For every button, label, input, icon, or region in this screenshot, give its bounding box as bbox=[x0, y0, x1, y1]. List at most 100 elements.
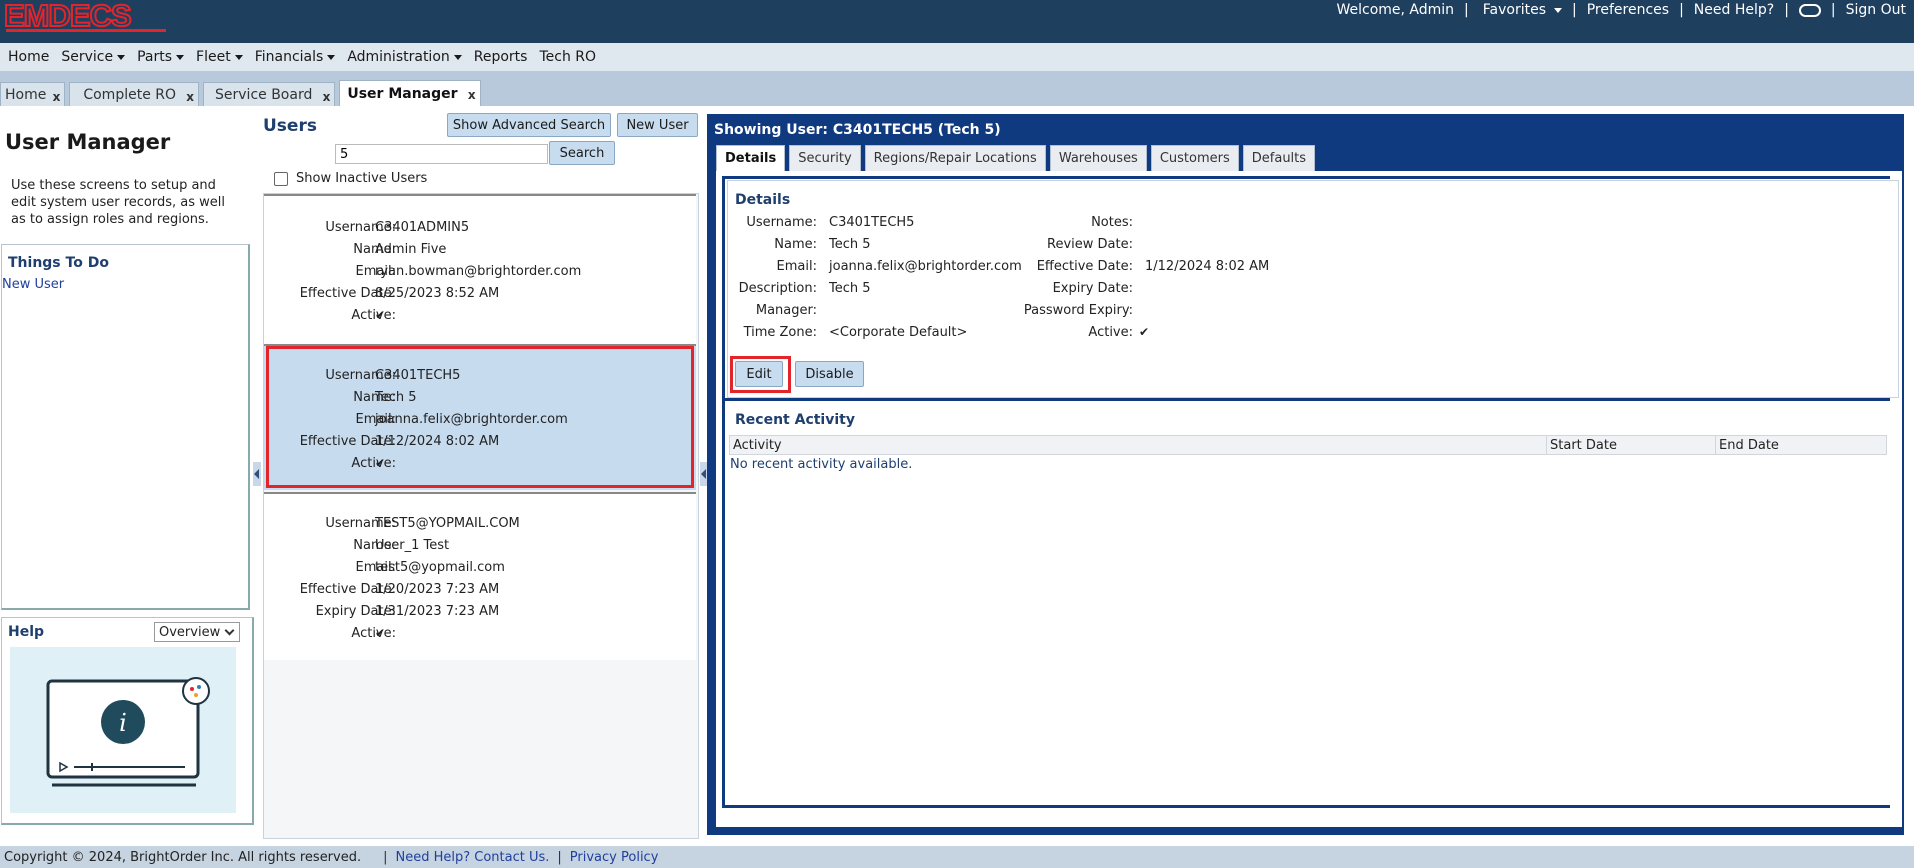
header-separator: | bbox=[1830, 2, 1836, 18]
close-icon[interactable]: x bbox=[323, 90, 331, 104]
tab-label: Home bbox=[5, 86, 47, 103]
detail-name-label: Name: bbox=[774, 237, 817, 252]
nav-financials[interactable]: Financials bbox=[255, 49, 336, 65]
column-activity[interactable]: Activity bbox=[733, 438, 782, 453]
tab-user-manager[interactable]: User Manager x bbox=[339, 80, 481, 106]
footer-separator: | bbox=[557, 849, 562, 865]
detail-manager-label: Manager: bbox=[755, 303, 817, 318]
column-start-date[interactable]: Start Date bbox=[1550, 438, 1617, 453]
detail-description-value: Tech 5 bbox=[829, 281, 871, 296]
tab-customers[interactable]: Customers bbox=[1150, 145, 1239, 171]
email-value: test5@yopmail.com bbox=[375, 560, 505, 575]
expiry-date-value: 1/31/2023 7:23 AM bbox=[375, 604, 500, 619]
name-value: Tech 5 bbox=[375, 390, 417, 405]
info-glyph: i bbox=[119, 709, 127, 737]
active-check-icon: ✔ bbox=[375, 456, 386, 470]
details-section-title: Details bbox=[735, 192, 791, 208]
active-label: Active: bbox=[351, 626, 396, 641]
username-value: TEST5@YOPMAIL.COM bbox=[375, 516, 520, 531]
tab-strip: Home x Complete RO x Service Board x User M… bbox=[0, 80, 485, 106]
top-header: EMDECS Welcome, Admin | Favorites | Pref… bbox=[0, 0, 1914, 43]
column-end-date[interactable]: End Date bbox=[1719, 438, 1779, 453]
contact-us-link[interactable]: Need Help? Contact Us. bbox=[396, 850, 550, 865]
recent-activity-header: Activity Start Date End Date bbox=[729, 435, 1887, 455]
detail-username-value: C3401TECH5 bbox=[829, 215, 915, 230]
user-list-item[interactable]: Username: C3401ADMIN5 Name: Admin Five E… bbox=[264, 194, 696, 346]
logo-underline bbox=[6, 29, 166, 32]
favorites-menu[interactable]: Favorites bbox=[1479, 2, 1563, 18]
active-check-icon: ✔ bbox=[1139, 325, 1150, 339]
recent-activity-empty: No recent activity available. bbox=[730, 457, 913, 472]
detail-email-value: joanna.felix@brightorder.com bbox=[829, 259, 1022, 274]
users-title: Users bbox=[263, 116, 317, 136]
things-to-do-title: Things To Do bbox=[8, 255, 109, 271]
nav-fleet[interactable]: Fleet bbox=[196, 49, 243, 65]
tab-details[interactable]: Details bbox=[716, 145, 786, 171]
tab-complete-ro[interactable]: Complete RO x bbox=[69, 82, 200, 106]
show-inactive-checkbox[interactable] bbox=[274, 172, 288, 186]
help-topic-select[interactable]: Overview bbox=[154, 622, 240, 642]
copyright-text: Copyright © 2024, BrightOrder Inc. All r… bbox=[4, 849, 362, 865]
close-icon[interactable]: x bbox=[186, 90, 194, 104]
preferences-link[interactable]: Preferences bbox=[1587, 2, 1669, 18]
show-advanced-search-button[interactable]: Show Advanced Search bbox=[447, 113, 611, 137]
close-icon[interactable]: x bbox=[53, 90, 61, 104]
chevron-down-icon bbox=[176, 54, 185, 60]
page-description: Use these screens to setup and edit syst… bbox=[11, 178, 225, 227]
detail-timezone-label: Time Zone: bbox=[743, 325, 817, 340]
app-logo[interactable]: EMDECS bbox=[3, 0, 133, 33]
nav-label: Fleet bbox=[196, 49, 231, 65]
detail-email-label: Email: bbox=[776, 259, 817, 274]
tab-home[interactable]: Home x bbox=[0, 82, 66, 106]
search-button[interactable]: Search bbox=[549, 141, 615, 165]
new-user-button[interactable]: New User bbox=[617, 113, 698, 137]
tab-service-board[interactable]: Service Board x bbox=[203, 82, 336, 106]
collapse-left-handle[interactable] bbox=[253, 462, 261, 486]
show-inactive-label: Show Inactive Users bbox=[296, 171, 428, 186]
recent-activity-title: Recent Activity bbox=[735, 412, 855, 428]
tab-defaults[interactable]: Defaults bbox=[1242, 145, 1316, 171]
new-user-link[interactable]: New User bbox=[2, 277, 64, 292]
nav-tech-ro[interactable]: Tech RO bbox=[539, 49, 596, 65]
chevron-down-icon bbox=[234, 54, 243, 60]
column-divider bbox=[1715, 436, 1716, 454]
nav-home[interactable]: Home bbox=[8, 49, 49, 65]
nav-label: Administration bbox=[347, 49, 450, 65]
nav-service[interactable]: Service bbox=[61, 49, 126, 65]
detail-active-label: Active: bbox=[1088, 325, 1133, 340]
user-list-item-selected[interactable]: Username: C3401TECH5 Name: Tech 5 Email:… bbox=[264, 344, 696, 490]
email-value: joanna.felix@brightorder.com bbox=[375, 412, 568, 427]
tab-security[interactable]: Security bbox=[789, 145, 861, 171]
help-video-thumbnail[interactable]: i bbox=[10, 647, 236, 813]
privacy-policy-link[interactable]: Privacy Policy bbox=[570, 850, 659, 865]
nav-label: Tech RO bbox=[539, 49, 597, 65]
header-separator: | bbox=[1784, 2, 1789, 18]
active-check-icon: ✔ bbox=[375, 626, 386, 640]
user-search-input[interactable] bbox=[335, 144, 548, 164]
disable-button[interactable]: Disable bbox=[795, 361, 864, 387]
tab-regions-repair-locations[interactable]: Regions/Repair Locations bbox=[864, 145, 1046, 171]
page-footer: Copyright © 2024, BrightOrder Inc. All r… bbox=[0, 846, 1914, 868]
need-help-link[interactable]: Need Help? bbox=[1694, 2, 1774, 18]
chevron-down-icon bbox=[224, 625, 235, 636]
nav-administration[interactable]: Administration bbox=[347, 49, 462, 65]
nav-parts[interactable]: Parts bbox=[137, 49, 185, 65]
tab-warehouses[interactable]: Warehouses bbox=[1049, 145, 1147, 171]
chevron-down-icon bbox=[1554, 7, 1563, 13]
sign-out-link[interactable]: Sign Out bbox=[1846, 2, 1906, 18]
close-icon[interactable]: x bbox=[468, 88, 476, 102]
detail-expiry-date-label: Expiry Date: bbox=[1052, 281, 1133, 296]
help-topic-value: Overview bbox=[159, 624, 221, 640]
detail-name-value: Tech 5 bbox=[829, 237, 871, 252]
chat-icon[interactable] bbox=[1798, 3, 1821, 17]
detail-username-label: Username: bbox=[746, 215, 817, 230]
detail-description-label: Description: bbox=[738, 281, 817, 296]
effective-date-value: 1/20/2023 7:23 AM bbox=[375, 582, 500, 597]
column-divider bbox=[1546, 436, 1547, 454]
nav-reports[interactable]: Reports bbox=[474, 49, 528, 65]
edit-button[interactable]: Edit bbox=[735, 361, 783, 387]
effective-date-value: 1/12/2024 8:02 AM bbox=[375, 434, 500, 449]
tab-label: User Manager bbox=[347, 85, 458, 102]
nav-label: Reports bbox=[473, 49, 528, 65]
user-list-item[interactable]: Username: TEST5@YOPMAIL.COM Name: User_1… bbox=[264, 492, 696, 660]
